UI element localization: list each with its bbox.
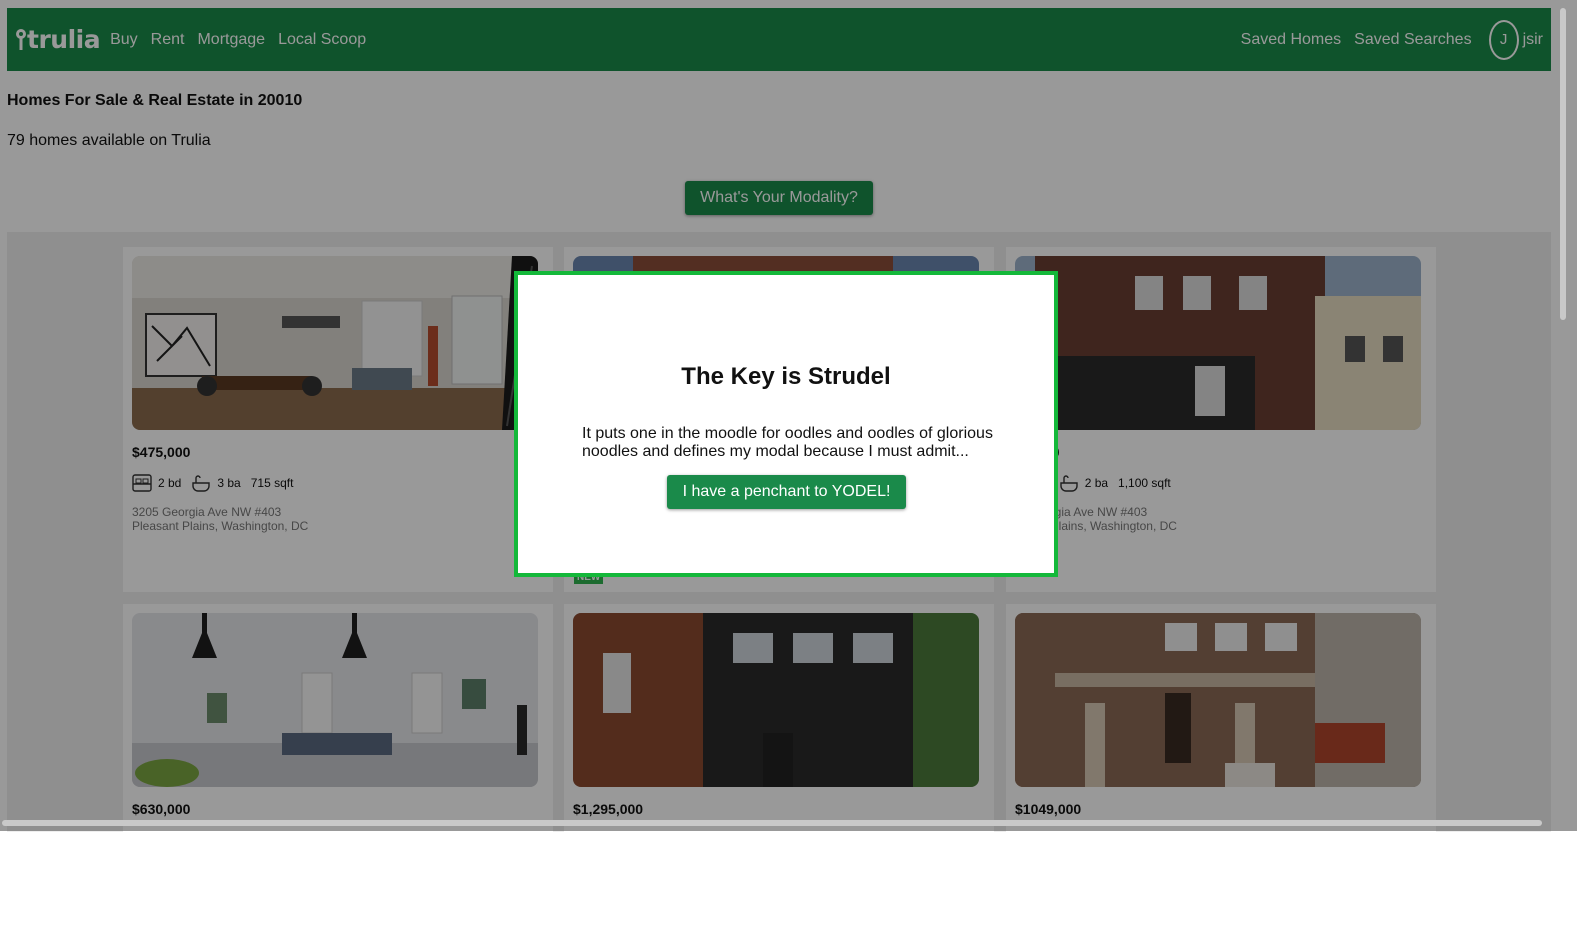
modal-text: It puts one in the moodle for oodles and…	[582, 425, 993, 460]
modal-title: The Key is Strudel	[681, 363, 891, 390]
horizontal-scrollbar[interactable]	[2, 820, 1542, 826]
modal-dialog: The Key is Strudel It puts one in the mo…	[514, 271, 1058, 577]
yodel-button[interactable]: I have a penchant to YODEL!	[667, 475, 906, 509]
vertical-scrollbar[interactable]	[1560, 8, 1566, 320]
